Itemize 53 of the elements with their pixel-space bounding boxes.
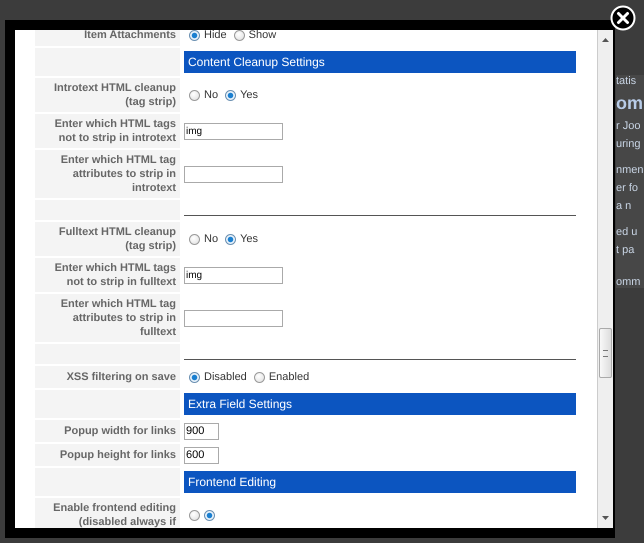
section-header: Frontend Editing xyxy=(184,471,576,493)
radio-label[interactable]: Yes xyxy=(240,89,258,101)
field-label: Enter which HTML tag attributes to strip in introtext xyxy=(60,153,176,195)
radio-button[interactable] xyxy=(189,90,200,100)
field-label: Popup height for links xyxy=(60,448,176,462)
radio-button[interactable] xyxy=(204,510,215,520)
page-text-fragment: tatis xyxy=(616,75,638,87)
page-text-fragment: er fo xyxy=(616,182,640,194)
text-input[interactable] xyxy=(184,166,283,182)
field-label: Fulltext HTML cleanup (tag strip) xyxy=(58,225,176,253)
text-input[interactable] xyxy=(184,310,283,326)
section-header: Extra Field Settings xyxy=(184,393,576,415)
radio-button[interactable] xyxy=(234,30,245,40)
page-text-fragment: omm xyxy=(616,276,642,288)
radio-button[interactable] xyxy=(189,30,200,40)
radio-label[interactable]: Enabled xyxy=(268,371,310,383)
text-input[interactable]: img xyxy=(184,266,283,284)
text-input[interactable]: img xyxy=(184,122,283,140)
page-text-fragment: a n xyxy=(616,200,632,212)
field-label: Enter which HTML tag attributes to strip in fulltext xyxy=(60,297,176,339)
field-label: Enter which HTML tags not to strip in fulltext xyxy=(54,261,176,289)
number-input[interactable]: 900 xyxy=(184,422,219,440)
scroll-up-icon[interactable] xyxy=(602,38,609,42)
field-label: Enable frontend editing (disabled always if xyxy=(52,501,176,528)
page-text-fragment: ed u xyxy=(616,226,638,238)
section-header: Content Cleanup Settings xyxy=(184,51,576,73)
field-label: XSS filtering on save xyxy=(66,370,176,384)
radio-label[interactable]: Disabled xyxy=(204,371,247,383)
field-label: Introtext HTML cleanup (tag strip) xyxy=(52,81,176,109)
radio-button[interactable] xyxy=(225,90,236,100)
page-text-fragment: uring xyxy=(616,138,642,150)
radio-label[interactable]: Yes xyxy=(240,233,258,245)
radio-button[interactable] xyxy=(225,234,236,244)
radio-label[interactable]: No xyxy=(204,233,218,245)
radio-label[interactable]: No xyxy=(204,89,218,101)
field-label: Popup width for links xyxy=(64,424,176,438)
page-text-fragment: r Joo xyxy=(616,120,642,132)
number-input[interactable]: 600 xyxy=(184,446,219,464)
radio-label[interactable]: Show xyxy=(248,30,276,41)
radio-label[interactable]: Hide xyxy=(204,30,227,41)
radio-button[interactable] xyxy=(254,372,265,382)
page-text-fragment: t pa xyxy=(616,244,636,256)
field-label: Enter which HTML tags not to strip in introtext xyxy=(54,117,176,145)
radio-button[interactable] xyxy=(189,372,200,382)
scrollbar-thumb[interactable] xyxy=(599,328,612,378)
scrollbar[interactable] xyxy=(598,30,613,528)
page-text-fragment: nmen xyxy=(616,164,644,176)
radio-button[interactable] xyxy=(189,234,200,244)
page-text-fragment: om xyxy=(616,93,644,114)
radio-button[interactable] xyxy=(189,510,200,520)
field-label: Item Attachments xyxy=(84,30,176,42)
close-icon[interactable] xyxy=(610,5,636,31)
scroll-down-icon[interactable] xyxy=(602,516,609,520)
